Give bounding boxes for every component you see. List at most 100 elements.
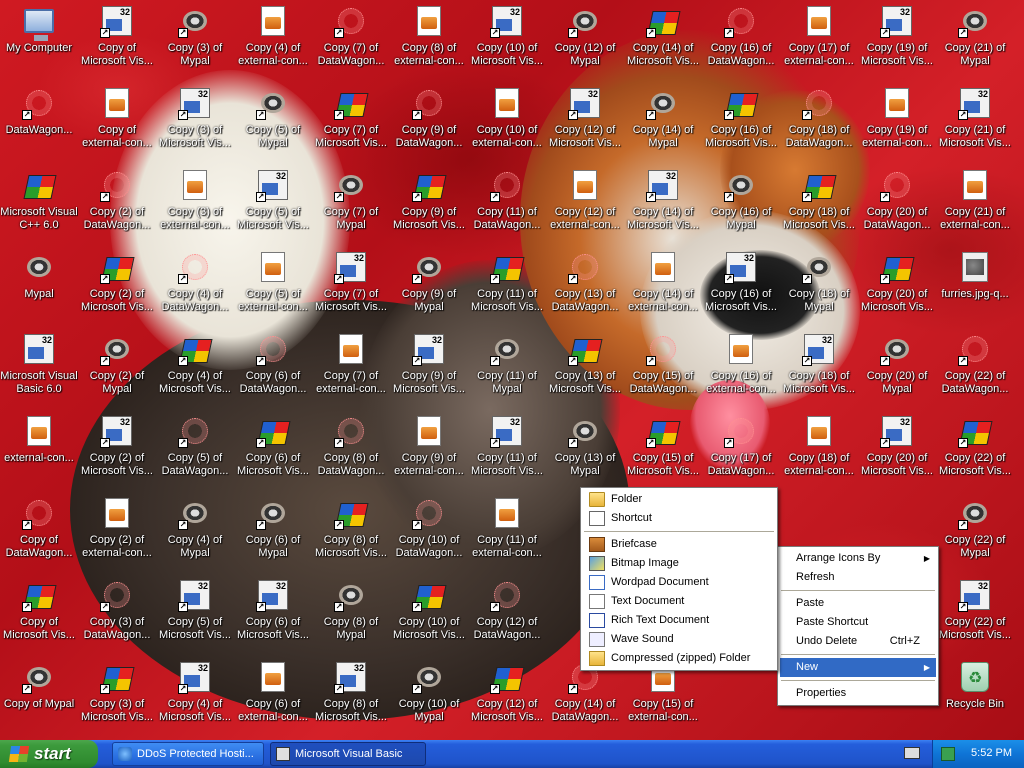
- desktop-icon[interactable]: ↗ Copy (3) of Microsoft Vis...: [156, 84, 234, 160]
- desktop-icon[interactable]: ↗ Copy (4) of Mypal: [156, 494, 234, 570]
- desktop-icon[interactable]: ↗ Copy (15) of Microsoft Vis...: [624, 412, 702, 488]
- desktop-icon[interactable]: ↗ Copy (10) of Microsoft Vis...: [468, 2, 546, 78]
- desktop-icon[interactable]: Copy (8) of external-con...: [390, 2, 468, 78]
- desktop-icon[interactable]: ↗ Copy of Microsoft Vis...: [78, 2, 156, 78]
- desktop-icon[interactable]: Copy (17) of external-con...: [780, 2, 858, 78]
- desktop-icon[interactable]: ↗ Copy (12) of DataWagon...: [468, 576, 546, 652]
- desktop-icon[interactable]: ↗ Copy (14) of Microsoft Vis...: [624, 166, 702, 242]
- desktop-icon[interactable]: ↗ Copy (20) of Microsoft Vis...: [858, 412, 936, 488]
- new-menu-item-wave-sound[interactable]: Wave Sound: [583, 630, 775, 649]
- desktop-icon[interactable]: ↗ Copy (10) of Microsoft Vis...: [390, 576, 468, 652]
- desktop-icon[interactable]: furries.jpg-q...: [936, 248, 1014, 324]
- desktop-icon[interactable]: ↗ Copy (15) of DataWagon...: [624, 330, 702, 406]
- taskbar-button-visual-basic[interactable]: Microsoft Visual Basic: [270, 742, 426, 766]
- desktop-icon[interactable]: ↗ Copy (14) of Mypal: [624, 84, 702, 160]
- desktop-icon[interactable]: ↗ Copy (16) of Microsoft Vis...: [702, 84, 780, 160]
- desktop-icon[interactable]: ↗ Copy of DataWagon...: [0, 494, 78, 570]
- desktop-icon[interactable]: ↗ Copy (14) of Microsoft Vis...: [624, 2, 702, 78]
- desktop-icon[interactable]: Copy of external-con...: [78, 84, 156, 160]
- desktop-icon[interactable]: ↗ Copy (21) of Mypal: [936, 2, 1014, 78]
- desktop-icon[interactable]: ↗ Copy (4) of DataWagon...: [156, 248, 234, 324]
- new-menu-item-compressed-zipped-folder[interactable]: Compressed (zipped) Folder: [583, 649, 775, 668]
- menu-item-undo-delete[interactable]: Undo Delete Ctrl+Z: [780, 632, 936, 651]
- desktop-icon[interactable]: ↗ Copy (7) of Microsoft Vis...: [312, 84, 390, 160]
- desktop-icon[interactable]: ↗ DataWagon...: [0, 84, 78, 160]
- desktop-icon[interactable]: ↗ Copy (7) of Microsoft Vis...: [312, 248, 390, 324]
- desktop-icon[interactable]: Copy (18) of external-con...: [780, 412, 858, 488]
- desktop-icon[interactable]: ↗ Copy of Mypal: [0, 658, 78, 734]
- desktop-icon[interactable]: ↗ Copy (20) of DataWagon...: [858, 166, 936, 242]
- desktop-icon[interactable]: ↗ Copy (11) of DataWagon...: [468, 166, 546, 242]
- desktop-icon[interactable]: ↗ Copy (3) of DataWagon...: [78, 576, 156, 652]
- desktop-icon[interactable]: ↗ Copy (16) of Mypal: [702, 166, 780, 242]
- desktop-icon[interactable]: ↗ Copy (9) of Microsoft Vis...: [390, 166, 468, 242]
- desktop-icon[interactable]: ↗ Copy (12) of Microsoft Vis...: [468, 658, 546, 734]
- taskbar-button-ddos-hosting[interactable]: DDoS Protected Hosti...: [112, 742, 264, 766]
- desktop-icon[interactable]: Microsoft Visual Basic 6.0: [0, 330, 78, 406]
- desktop-icon[interactable]: Copy (19) of external-con...: [858, 84, 936, 160]
- desktop-icon[interactable]: Copy (9) of external-con...: [390, 412, 468, 488]
- menu-item-properties[interactable]: Properties: [780, 684, 936, 703]
- desktop-icon[interactable]: ↗ Copy (22) of Microsoft Vis...: [936, 412, 1014, 488]
- desktop-icon[interactable]: Copy (11) of external-con...: [468, 494, 546, 570]
- desktop-icon[interactable]: My Computer: [0, 2, 78, 78]
- desktop-icon[interactable]: ↗ Copy (18) of Microsoft Vis...: [780, 330, 858, 406]
- desktop-icon[interactable]: ↗ Copy (9) of Mypal: [390, 248, 468, 324]
- menu-item-new[interactable]: New ▶: [780, 658, 936, 677]
- desktop-icon[interactable]: Copy (16) of external-con...: [702, 330, 780, 406]
- desktop-icon[interactable]: ↗ Copy (10) of DataWagon...: [390, 494, 468, 570]
- desktop-icon[interactable]: ↗ Copy (20) of Microsoft Vis...: [858, 248, 936, 324]
- network-icon[interactable]: [941, 747, 955, 761]
- desktop-icon[interactable]: ↗ Copy (6) of Microsoft Vis...: [234, 412, 312, 488]
- desktop-icon[interactable]: ↗ Copy (8) of Microsoft Vis...: [312, 658, 390, 734]
- desktop-icon[interactable]: ↗ Copy (12) of Mypal: [546, 2, 624, 78]
- desktop-icon[interactable]: ↗ Copy (4) of Microsoft Vis...: [156, 658, 234, 734]
- desktop-icon[interactable]: Copy (5) of external-con...: [234, 248, 312, 324]
- keyboard-language-icon[interactable]: [904, 747, 920, 759]
- desktop-icon[interactable]: Copy (3) of external-con...: [156, 166, 234, 242]
- desktop-icon[interactable]: ↗ Copy (3) of Mypal: [156, 2, 234, 78]
- desktop-icon[interactable]: ↗ Copy (8) of DataWagon...: [312, 412, 390, 488]
- desktop-icon[interactable]: Copy (12) of external-con...: [546, 166, 624, 242]
- desktop-icon[interactable]: Copy (4) of external-con...: [234, 2, 312, 78]
- menu-item-paste-shortcut[interactable]: Paste Shortcut: [780, 613, 936, 632]
- desktop-icon[interactable]: ↗ Copy (11) of Mypal: [468, 330, 546, 406]
- desktop-icon[interactable]: ↗ Copy (6) of Microsoft Vis...: [234, 576, 312, 652]
- clock[interactable]: 5:52 PM: [971, 747, 1012, 759]
- menu-item-refresh[interactable]: Refresh: [780, 568, 936, 587]
- desktop-icon[interactable]: Copy (2) of external-con...: [78, 494, 156, 570]
- menu-item-arrange-icons-by[interactable]: Arrange Icons By ▶: [780, 549, 936, 568]
- desktop-icon[interactable]: ↗ Copy (16) of Microsoft Vis...: [702, 248, 780, 324]
- desktop-icon[interactable]: ↗ Copy (18) of DataWagon...: [780, 84, 858, 160]
- desktop-icon[interactable]: ↗ Copy (2) of DataWagon...: [78, 166, 156, 242]
- desktop-icon[interactable]: ↗ Copy (13) of Mypal: [546, 412, 624, 488]
- desktop-icon[interactable]: ↗ Copy (16) of DataWagon...: [702, 2, 780, 78]
- desktop-icon[interactable]: ↗ Copy (2) of Microsoft Vis...: [78, 412, 156, 488]
- desktop-icon[interactable]: Copy (14) of external-con...: [624, 248, 702, 324]
- desktop-icon[interactable]: ↗ Copy (11) of Microsoft Vis...: [468, 412, 546, 488]
- desktop-icon[interactable]: Copy (10) of external-con...: [468, 84, 546, 160]
- desktop-icon[interactable]: ↗ Copy (9) of DataWagon...: [390, 84, 468, 160]
- desktop-icon[interactable]: ↗ Copy (22) of DataWagon...: [936, 330, 1014, 406]
- desktop-icon[interactable]: ↗ Copy (13) of Microsoft Vis...: [546, 330, 624, 406]
- new-menu-item-folder[interactable]: Folder: [583, 490, 775, 509]
- desktop-icon[interactable]: ↗ Copy (22) of Microsoft Vis...: [936, 576, 1014, 652]
- desktop-icon[interactable]: ↗ Copy (6) of DataWagon...: [234, 330, 312, 406]
- desktop-icon[interactable]: ↗ Copy (7) of Mypal: [312, 166, 390, 242]
- desktop-icon[interactable]: ↗ Copy (18) of Mypal: [780, 248, 858, 324]
- desktop-icon[interactable]: ↗ Copy (9) of Microsoft Vis...: [390, 330, 468, 406]
- desktop-icon[interactable]: ↗ Copy of Microsoft Vis...: [0, 576, 78, 652]
- new-menu-item-shortcut[interactable]: Shortcut: [583, 509, 775, 528]
- desktop-icon[interactable]: ↗ Copy (8) of Microsoft Vis...: [312, 494, 390, 570]
- desktop-icon[interactable]: ↗ Copy (20) of Mypal: [858, 330, 936, 406]
- start-button[interactable]: start: [0, 740, 98, 768]
- desktop-icon[interactable]: ↗ Copy (13) of DataWagon...: [546, 248, 624, 324]
- desktop-icon[interactable]: ↗ Copy (21) of Microsoft Vis...: [936, 84, 1014, 160]
- desktop-icon[interactable]: ↗ Copy (4) of Microsoft Vis...: [156, 330, 234, 406]
- new-menu-item-text-document[interactable]: Text Document: [583, 592, 775, 611]
- desktop-icon[interactable]: ↗ Copy (2) of Mypal: [78, 330, 156, 406]
- desktop-icon[interactable]: ↗ Copy (12) of Microsoft Vis...: [546, 84, 624, 160]
- new-menu-item-bitmap-image[interactable]: Bitmap Image: [583, 554, 775, 573]
- desktop-icon[interactable]: ↗ Copy (17) of DataWagon...: [702, 412, 780, 488]
- desktop-icon[interactable]: ↗ Copy (5) of Mypal: [234, 84, 312, 160]
